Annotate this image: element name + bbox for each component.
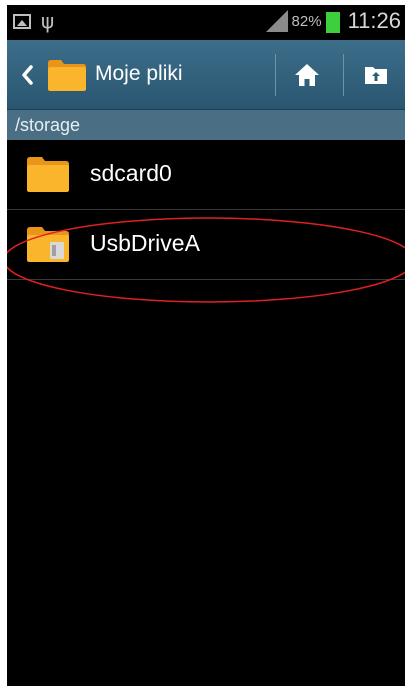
usb-icon: ψ	[41, 9, 55, 33]
up-folder-icon	[364, 67, 387, 84]
usb-folder-icon	[27, 227, 69, 262]
file-list: sdcard0 UsbDriveA	[7, 140, 405, 280]
app-title: Moje pliki	[95, 62, 183, 85]
folder-icon	[48, 60, 86, 91]
battery-percent: 82%	[291, 12, 322, 30]
signal-icon	[265, 10, 288, 32]
divider	[275, 54, 276, 96]
path-breadcrumb[interactable]: /storage	[7, 110, 405, 140]
folder-icon	[27, 157, 69, 192]
gallery-icon	[13, 13, 31, 29]
list-item-usbdrivea[interactable]: UsbDriveA	[7, 210, 405, 280]
item-label: sdcard0	[90, 160, 172, 186]
up-folder-button[interactable]	[346, 40, 405, 110]
back-button[interactable]	[7, 40, 47, 110]
clock: 11:26	[347, 8, 401, 33]
battery-icon	[325, 9, 340, 33]
item-label: UsbDriveA	[90, 230, 200, 256]
home-button[interactable]	[278, 40, 336, 110]
divider	[343, 54, 344, 96]
phone-screen: ψ 82% 11:26 Moje pliki /storage sdcard0 …	[7, 5, 405, 686]
status-bar: ψ 82% 11:26	[7, 5, 405, 40]
list-item-sdcard0[interactable]: sdcard0	[7, 140, 405, 210]
home-icon	[295, 64, 319, 86]
back-icon	[22, 65, 33, 85]
action-bar: Moje pliki	[7, 40, 405, 110]
